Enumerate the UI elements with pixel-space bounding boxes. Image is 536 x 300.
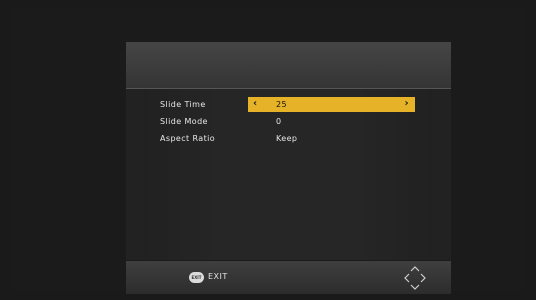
value-selector[interactable]: Keep (248, 131, 415, 146)
osd-footer: EXIT EXIT (126, 261, 451, 294)
exit-button-icon[interactable]: EXIT (189, 272, 204, 283)
menu-row-value: 25 (276, 100, 287, 109)
menu-row-label: Slide Mode (160, 117, 208, 126)
osd-menu: Slide Time ‹ 25 › Slide Mode 0 Aspect Ra… (126, 42, 451, 294)
chevron-right-icon[interactable]: › (404, 98, 409, 109)
value-selector[interactable]: ‹ 25 › (248, 97, 415, 112)
menu-row-aspect-ratio[interactable]: Aspect Ratio Keep (148, 131, 416, 146)
osd-menu-body: Slide Time ‹ 25 › Slide Mode 0 Aspect Ra… (126, 89, 451, 260)
dpad-arrows-icon (404, 266, 426, 290)
menu-row-value: Keep (276, 134, 298, 143)
exit-label: EXIT (208, 272, 228, 281)
menu-row-slide-time[interactable]: Slide Time ‹ 25 › (148, 97, 416, 112)
menu-row-label: Slide Time (160, 100, 206, 109)
value-selector[interactable]: 0 (248, 114, 415, 129)
osd-header (126, 42, 451, 89)
chevron-left-icon[interactable]: ‹ (253, 98, 258, 109)
menu-row-value: 0 (276, 117, 282, 126)
tv-screen: Slide Time ‹ 25 › Slide Mode 0 Aspect Ra… (12, 9, 524, 294)
menu-row-label: Aspect Ratio (160, 134, 216, 143)
menu-row-slide-mode[interactable]: Slide Mode 0 (148, 114, 416, 129)
